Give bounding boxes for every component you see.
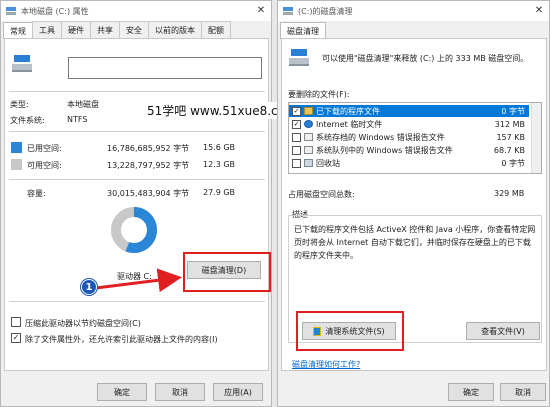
space-gain-value: 329 MB xyxy=(494,189,525,198)
list-item[interactable]: 系统存档的 Windows 错误报告文件 157 KB xyxy=(289,131,529,143)
list-item-size: 312 MB xyxy=(494,119,525,129)
cleanup-intro: 可以使用"磁盘清理"来释放 (C:) 上的 333 MB 磁盘空间。 xyxy=(322,54,529,63)
list-item-size: 0 字节 xyxy=(501,106,525,116)
list-item-checkbox[interactable]: ✓ xyxy=(292,119,301,129)
how-cleanup-works-link[interactable]: 磁盘清理如何工作? xyxy=(292,359,360,370)
list-item-size: 157 KB xyxy=(496,132,525,142)
ie-icon xyxy=(304,120,313,128)
files-to-delete-label: 要删除的文件(F): xyxy=(288,90,350,99)
list-item-name: Internet 临时文件 xyxy=(316,119,383,129)
list-scrollbar[interactable] xyxy=(531,103,541,173)
highlight-box xyxy=(296,311,404,351)
cleanup-tabs: 磁盘清理 xyxy=(278,21,549,39)
list-item[interactable]: ✓ 已下载的程序文件 0 字节 xyxy=(289,105,529,117)
list-item-checkbox[interactable]: ✓ xyxy=(292,106,301,116)
list-item-size: 0 字节 xyxy=(501,158,525,168)
bin-icon xyxy=(304,159,313,167)
arrow-1 xyxy=(95,268,182,293)
cleanup-titlebar: (C:)的磁盘清理 ✕ xyxy=(278,1,549,21)
list-item-name: 系统存档的 Windows 错误报告文件 xyxy=(316,132,445,142)
list-item-size: 68.7 KB xyxy=(493,145,525,155)
list-item-checkbox[interactable] xyxy=(292,145,301,155)
cleanup-panel: 可以使用"磁盘清理"来释放 (C:) 上的 333 MB 磁盘空间。 要删除的文… xyxy=(281,38,547,371)
list-item-checkbox[interactable] xyxy=(292,132,301,142)
folder-icon xyxy=(304,107,313,115)
cancel-button[interactable]: 取消 xyxy=(500,383,546,401)
list-item-name: 系统队列中的 Windows 错误报告文件 xyxy=(316,145,453,155)
step-badge-1: 1 xyxy=(81,279,97,295)
list-item-name: 已下载的程序文件 xyxy=(316,106,380,116)
cleanup-icon xyxy=(282,7,294,15)
cleanup-title: (C:)的磁盘清理 xyxy=(298,6,353,16)
cleanup-drive-icon xyxy=(288,49,310,69)
doc-icon xyxy=(304,133,313,141)
doc-icon xyxy=(304,146,313,154)
list-item-checkbox[interactable] xyxy=(292,158,301,168)
view-files-button[interactable]: 查看文件(V) xyxy=(466,322,540,340)
ok-button[interactable]: 确定 xyxy=(448,383,494,401)
description-text: 已下载的程序文件包括 ActiveX 控件和 Java 小程序，你查看特定网页时… xyxy=(294,225,536,260)
list-item-name: 回收站 xyxy=(316,158,340,168)
files-list[interactable]: ✓ 已下载的程序文件 0 字节 ✓ Internet 临时文件 312 MB 系统存档的 W… xyxy=(288,102,542,174)
close-icon[interactable]: ✕ xyxy=(529,2,549,20)
list-item[interactable]: ✓ Internet 临时文件 312 MB xyxy=(289,118,529,130)
space-gain-label: 占用磁盘空间总数: xyxy=(288,190,355,199)
list-item[interactable]: 回收站 0 字节 xyxy=(289,157,529,169)
list-item[interactable]: 系统队列中的 Windows 错误报告文件 68.7 KB xyxy=(289,144,529,156)
disk-cleanup-window: (C:)的磁盘清理 ✕ 磁盘清理 可以使用"磁盘清理"来释放 (C:) 上的 3… xyxy=(277,0,550,407)
tab-disk-cleanup[interactable]: 磁盘清理 xyxy=(280,22,326,39)
